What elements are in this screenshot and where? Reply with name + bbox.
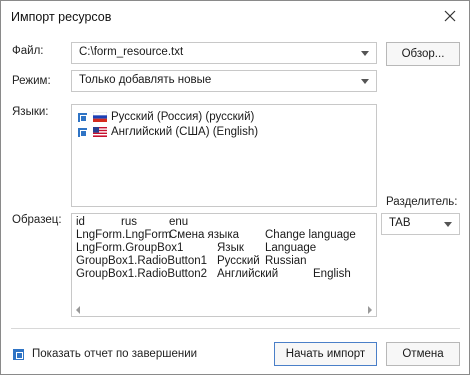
sample-preview: id rus enu LngForm.LngForm Смена языка C…: [71, 213, 377, 317]
sample-cell: Language: [265, 242, 317, 254]
scroll-left-icon[interactable]: [76, 306, 80, 314]
close-icon: [444, 10, 456, 22]
sample-cell: Русский: [217, 255, 260, 267]
divider: [11, 328, 460, 329]
language-label: Русский (Россия) (русский): [111, 111, 255, 123]
sample-cell: enu: [169, 216, 189, 228]
languages-list[interactable]: Русский (Россия) (русский) Английский (С…: [71, 104, 377, 207]
import-resources-dialog: Импорт ресурсов Файл: C:\form_resource.t…: [0, 0, 470, 375]
sample-cell: rus: [121, 216, 137, 228]
language-item-russian[interactable]: Русский (Россия) (русский): [78, 109, 254, 125]
language-checkbox[interactable]: [78, 127, 87, 137]
sample-cell: Смена языка: [169, 229, 239, 241]
horizontal-scrollbar[interactable]: [72, 303, 376, 316]
russia-flag-icon: [93, 112, 107, 122]
separator-value: TAB: [389, 217, 411, 229]
start-import-button[interactable]: Начать импорт: [274, 342, 377, 366]
sample-cell: English: [313, 268, 351, 280]
scroll-right-icon[interactable]: [368, 306, 372, 314]
dialog-title: Импорт ресурсов: [11, 10, 112, 24]
sample-cell: Change language: [265, 229, 356, 241]
sample-cell: Язык: [217, 242, 244, 254]
sample-cell: LngForm.GroupBox1: [76, 242, 184, 254]
separator-combobox[interactable]: TAB: [381, 213, 460, 235]
sample-cell: id: [76, 216, 85, 228]
sample-cell: Russian: [265, 255, 307, 267]
sample-cell: GroupBox1.RadioButton1: [76, 255, 208, 267]
cancel-button[interactable]: Отмена: [386, 342, 460, 366]
file-label: Файл:: [12, 45, 44, 57]
browse-button[interactable]: Обзор...: [386, 42, 460, 66]
chevron-down-icon: [444, 222, 452, 227]
separator-label: Разделитель:: [386, 196, 458, 208]
file-value: C:\form_resource.txt: [79, 46, 184, 58]
usa-flag-icon: [93, 127, 107, 137]
close-button[interactable]: [433, 3, 467, 29]
mode-combobox[interactable]: Только добавлять новые: [71, 70, 377, 92]
chevron-down-icon: [361, 51, 369, 56]
sample-cell: GroupBox1.RadioButton2: [76, 268, 208, 280]
chevron-down-icon: [361, 79, 369, 84]
show-report-label: Показать отчет по завершении: [32, 348, 198, 360]
sample-cell: Английский: [217, 268, 279, 280]
languages-label: Языки:: [12, 106, 49, 118]
file-combobox[interactable]: C:\form_resource.txt: [71, 42, 377, 64]
language-checkbox[interactable]: [78, 112, 87, 122]
mode-value: Только добавлять новые: [79, 74, 212, 86]
sample-cell: LngForm.LngForm: [76, 229, 172, 241]
language-label: Английский (США) (English): [111, 126, 259, 138]
mode-label: Режим:: [12, 75, 51, 87]
show-report-checkbox[interactable]: [13, 349, 24, 360]
language-item-english[interactable]: Английский (США) (English): [78, 124, 258, 140]
sample-label: Образец:: [12, 214, 62, 226]
